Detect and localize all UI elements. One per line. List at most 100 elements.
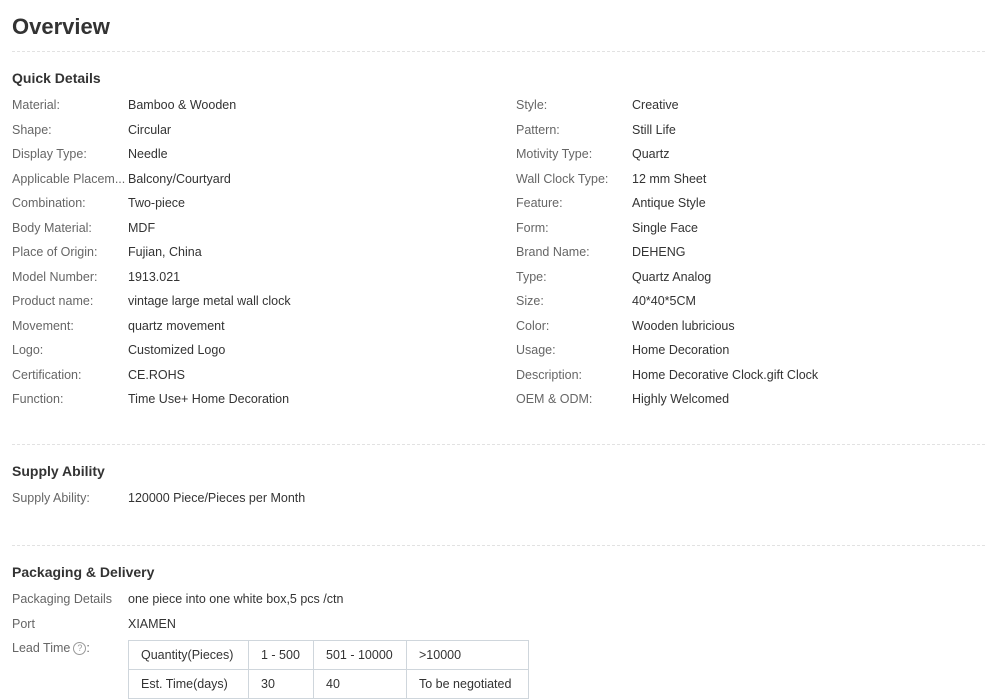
detail-key: Type: (516, 269, 547, 284)
detail-value: Quartz Analog (632, 269, 712, 284)
detail-row: Applicable Placem... Balcony/Courtyard (12, 167, 516, 192)
detail-key: Display Type: (12, 147, 87, 161)
question-circle-icon[interactable]: ? (73, 642, 87, 655)
detail-row: Place of Origin: Fujian, China (12, 240, 516, 265)
detail-key: Supply Ability: (12, 491, 90, 505)
detail-row: Brand Name: DEHENG (516, 240, 985, 265)
detail-key: Form: (516, 220, 549, 235)
quick-details-left-column: Material: Bamboo & Wooden Shape: Circular … (12, 93, 516, 412)
lead-time-row: Lead Time?: Quantity(Pieces) 1 - 500 501… (12, 640, 985, 699)
detail-key: Movement: (12, 318, 74, 333)
detail-key: Model Number: (12, 269, 98, 284)
detail-key: OEM & ODM: (516, 392, 593, 406)
detail-key: Feature: (516, 196, 563, 210)
detail-value: Highly Welcomed (632, 392, 730, 406)
table-cell: >10000 (406, 640, 529, 670)
supply-ability-grid: Supply Ability: 120000 Piece/Pieces per … (12, 486, 985, 511)
detail-key: Function: (12, 392, 64, 406)
detail-row: Logo: Customized Logo (12, 338, 516, 363)
detail-row: Color: Wooden lubricious (516, 314, 985, 339)
detail-value: Home Decorative Clock.gift Clock (632, 367, 819, 382)
detail-key: Wall Clock Type: (516, 171, 609, 186)
detail-value: quartz movement (128, 318, 225, 333)
detail-key: Size: (516, 294, 544, 308)
detail-value: XIAMEN (128, 616, 176, 631)
detail-value: Antique Style (632, 196, 706, 210)
detail-value: Needle (128, 147, 168, 161)
detail-key: Usage: (516, 343, 556, 357)
detail-value: 120000 Piece/Pieces per Month (128, 491, 306, 505)
detail-key[interactable]: Applicable Placem... (12, 167, 128, 192)
detail-value: DEHENG (632, 245, 686, 259)
detail-value: one piece into one white box,5 pcs /ctn (128, 592, 344, 606)
table-cell: 501 - 10000 (313, 640, 407, 670)
detail-value: Home Decoration (632, 343, 730, 357)
detail-value: Balcony/Courtyard (128, 171, 231, 186)
detail-value: 12 mm Sheet (632, 171, 707, 186)
detail-row: Movement: quartz movement (12, 314, 516, 339)
detail-row: Shape: Circular (12, 118, 516, 143)
detail-value: 40*40*5CM (632, 294, 696, 308)
detail-key: Description: (516, 367, 582, 382)
table-cell: 1 - 500 (248, 640, 314, 670)
overview-panel: Overview Quick Details Material: Bamboo &… (12, 0, 985, 699)
detail-value: Fujian, China (128, 245, 202, 259)
detail-key: Port (12, 616, 35, 631)
detail-value: Still Life (632, 122, 676, 137)
detail-key: Motivity Type: (516, 147, 593, 161)
detail-key: Style: (516, 98, 548, 112)
detail-row: Display Type: Needle (12, 142, 516, 167)
quick-details-section: Quick Details Material: Bamboo & Wooden S… (12, 69, 985, 445)
lead-time-label: Lead Time?: (12, 641, 90, 655)
table-cell: To be negotiated (406, 669, 529, 699)
detail-value: Circular (128, 122, 172, 137)
detail-row: Style: Creative (516, 93, 985, 118)
packaging-delivery-title: Packaging & Delivery (12, 564, 155, 580)
lead-time-table: Quantity(Pieces) 1 - 500 501 - 10000 >10… (128, 640, 529, 699)
detail-row: Model Number: 1913.021 (12, 265, 516, 290)
detail-row: Size: 40*40*5CM (516, 289, 985, 314)
detail-row: Description: Home Decorative Clock.gift C… (516, 363, 985, 388)
detail-key: Logo: (12, 343, 44, 357)
detail-key: Pattern: (516, 122, 560, 137)
detail-row: Packaging Details one piece into one whi… (12, 587, 985, 612)
detail-value: Bamboo & Wooden (128, 98, 237, 112)
detail-row: Function: Time Use+ Home Decoration (12, 387, 516, 412)
detail-key: Packaging Details (12, 592, 113, 606)
detail-row: Body Material: MDF (12, 216, 516, 241)
detail-key: Material: (12, 98, 60, 112)
detail-key: Body Material: (12, 220, 92, 235)
detail-row: OEM & ODM: Highly Welcomed (516, 387, 985, 412)
detail-value: Quartz (632, 147, 670, 161)
table-cell: 30 (248, 669, 314, 699)
table-row: Est. Time(days) 30 40 To be negotiated (128, 669, 529, 699)
detail-value: Time Use+ Home Decoration (128, 392, 290, 406)
supply-ability-title: Supply Ability (12, 463, 105, 479)
detail-row: Port XIAMEN (12, 612, 985, 637)
detail-value: vintage large metal wall clock (128, 294, 291, 308)
table-row: Quantity(Pieces) 1 - 500 501 - 10000 >10… (128, 640, 529, 670)
packaging-details-list: Packaging Details one piece into one whi… (12, 587, 985, 636)
detail-row: Motivity Type: Quartz (516, 142, 985, 167)
detail-value: Wooden lubricious (632, 318, 735, 333)
packaging-delivery-section: Packaging & Delivery Packaging Details o… (12, 563, 985, 699)
quick-details-right-column: Style: Creative Pattern: Still Life Motivi… (516, 93, 985, 412)
detail-row: Wall Clock Type: 12 mm Sheet (516, 167, 985, 192)
quick-details-grid: Material: Bamboo & Wooden Shape: Circular … (12, 93, 985, 412)
detail-value: CE.ROHS (128, 367, 185, 382)
detail-key: Color: (516, 318, 550, 333)
table-cell: 40 (313, 669, 407, 699)
detail-value: Customized Logo (128, 343, 226, 357)
detail-value: MDF (128, 220, 156, 235)
detail-row: Type: Quartz Analog (516, 265, 985, 290)
detail-row: Certification: CE.ROHS (12, 363, 516, 388)
detail-value: Two-piece (128, 196, 185, 210)
detail-row: Product name: vintage large metal wall cl… (12, 289, 516, 314)
supply-ability-section: Supply Ability Supply Ability: 120000 Pi… (12, 462, 985, 546)
detail-row: Usage: Home Decoration (516, 338, 985, 363)
detail-key: Product name: (12, 294, 94, 308)
detail-key: Shape: (12, 122, 52, 137)
quick-details-title: Quick Details (12, 70, 101, 86)
detail-row: Feature: Antique Style (516, 191, 985, 216)
detail-row: Pattern: Still Life (516, 118, 985, 143)
